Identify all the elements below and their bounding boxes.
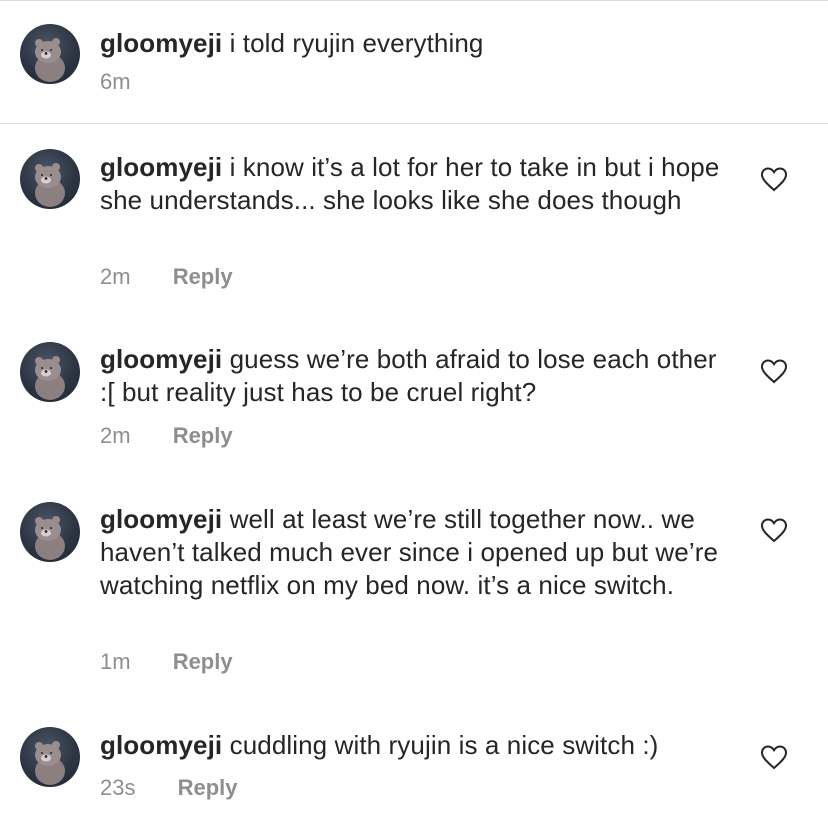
- comment-text: gloomyeji guess we’re both afraid to los…: [100, 343, 730, 409]
- comment-time: 2m: [100, 264, 131, 289]
- comment-time: 2m: [100, 423, 131, 448]
- comment-time: 23s: [100, 775, 136, 800]
- bear-avatar-icon: [35, 356, 65, 400]
- caption-meta: 6m: [100, 69, 167, 95]
- caption-time: 6m: [100, 69, 131, 94]
- avatar[interactable]: [20, 149, 80, 209]
- comment-body: cuddling with ryujin is a nice switch :): [229, 730, 659, 760]
- comment-text: gloomyeji i know it’s a lot for her to t…: [100, 151, 730, 217]
- caption-text: gloomyeji i told ryujin everything: [100, 27, 730, 60]
- comment-username[interactable]: gloomyeji: [100, 344, 222, 374]
- heart-outline-icon[interactable]: [760, 517, 788, 543]
- reply-button[interactable]: Reply: [173, 423, 233, 448]
- bear-avatar-icon: [35, 38, 65, 82]
- reply-button[interactable]: Reply: [178, 775, 238, 800]
- comment-meta: 2m Reply: [100, 423, 233, 449]
- avatar[interactable]: [20, 342, 80, 402]
- comment-username[interactable]: gloomyeji: [100, 152, 222, 182]
- comment-meta: 2m Reply: [100, 264, 233, 290]
- reply-button[interactable]: Reply: [173, 264, 233, 289]
- comment-username[interactable]: gloomyeji: [100, 730, 222, 760]
- heart-outline-icon[interactable]: [760, 166, 788, 192]
- bear-avatar-icon: [35, 516, 65, 560]
- avatar[interactable]: [20, 502, 80, 562]
- comment-meta: 23s Reply: [100, 775, 238, 801]
- comment-meta: 1m Reply: [100, 649, 233, 675]
- post-caption: gloomyeji i told ryujin everything 6m: [0, 0, 828, 124]
- bear-avatar-icon: [35, 741, 65, 785]
- reply-button[interactable]: Reply: [173, 649, 233, 674]
- comment-time: 1m: [100, 649, 131, 674]
- heart-outline-icon[interactable]: [760, 744, 788, 770]
- comment-text: gloomyeji well at least we’re still toge…: [100, 503, 730, 602]
- avatar[interactable]: [20, 727, 80, 787]
- comment-username[interactable]: gloomyeji: [100, 504, 222, 534]
- caption-username[interactable]: gloomyeji: [100, 28, 222, 58]
- bear-avatar-icon: [35, 163, 65, 207]
- comment-text: gloomyeji cuddling with ryujin is a nice…: [100, 729, 730, 762]
- heart-outline-icon[interactable]: [760, 358, 788, 384]
- avatar[interactable]: [20, 24, 80, 84]
- caption-body: i told ryujin everything: [229, 28, 484, 58]
